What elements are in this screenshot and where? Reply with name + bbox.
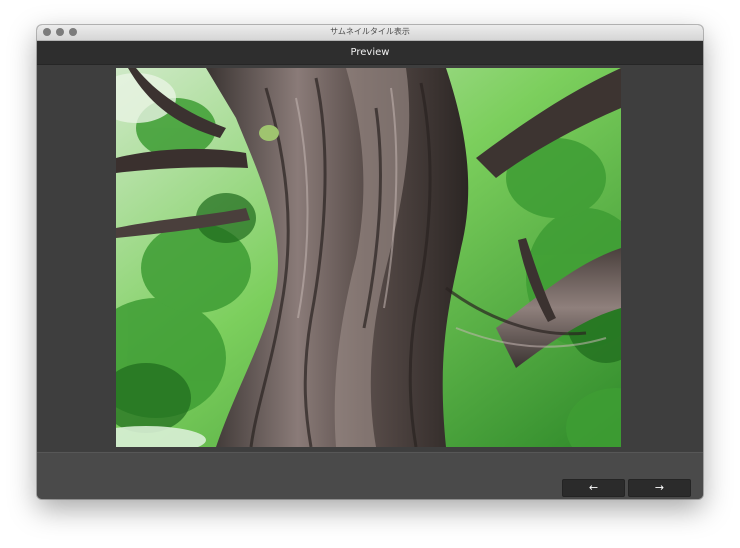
page-title: Preview [350,47,390,58]
window-title: サムネイルタイル表示 [330,27,410,36]
window-titlebar[interactable]: サムネイルタイル表示 [37,25,703,41]
arrow-left-icon: ← [588,481,599,494]
next-button[interactable]: → [628,479,691,497]
preview-area [37,65,703,451]
navigation-bar: ← → [37,452,703,499]
previous-button[interactable]: ← [562,479,625,497]
arrow-right-icon: → [654,481,665,494]
preview-image [116,68,621,447]
preview-header: Preview [37,41,703,65]
preview-window: サムネイルタイル表示 Preview ← → [37,25,703,499]
